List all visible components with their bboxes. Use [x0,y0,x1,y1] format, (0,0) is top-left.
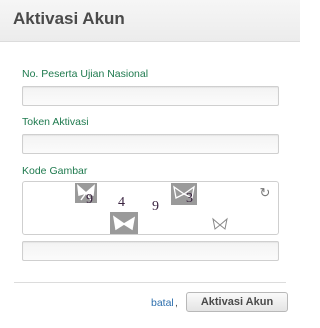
refresh-icon[interactable]: ↻ [258,186,272,200]
token-input[interactable] [22,134,279,154]
captcha-char: 9 [152,199,159,214]
captcha-input[interactable] [22,241,279,261]
dialog-header: Aktivasi Akun [0,0,300,42]
token-label: Token Aktivasi [22,116,89,128]
captcha-noise-tile [110,212,138,234]
activate-button[interactable]: Aktivasi Akun [186,292,288,312]
dialog-title: Aktivasi Akun [13,9,125,28]
captcha-char: 4 [118,195,125,210]
activation-dialog: Aktivasi Akun No. Peserta Ujian Nasional… [0,0,300,328]
captcha-noise-mark [212,217,228,230]
cancel-link[interactable]: batal [151,297,174,309]
separator: , [175,297,178,309]
captcha-char: 9 [86,192,93,207]
nopes-label: No. Peserta Ujian Nasional [22,68,149,80]
nopes-input[interactable] [22,86,279,106]
captcha-char: 3 [186,191,193,206]
captcha-image: 9 4 9 3 ↻ [22,181,279,235]
captcha-label: Kode Gambar [22,165,88,177]
footer-divider [14,282,286,283]
captcha-noise-tile [171,183,197,205]
